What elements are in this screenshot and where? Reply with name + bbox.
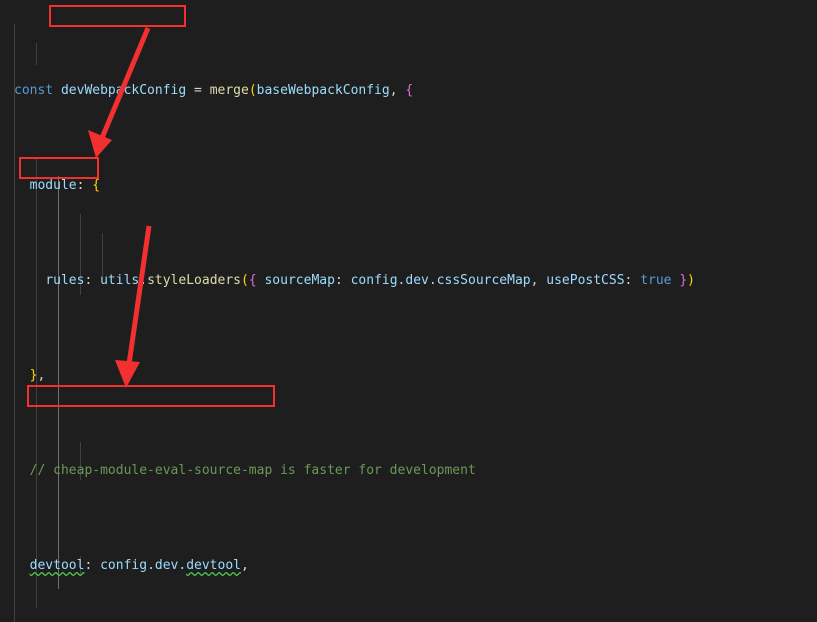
- code-line-5[interactable]: // cheap-module-eval-source-map is faste…: [0, 461, 817, 480]
- property-module: module: [29, 178, 77, 193]
- property-rules: rules: [45, 273, 85, 288]
- comment-devtool-note: // cheap-module-eval-source-map is faste…: [29, 463, 476, 478]
- function-merge: merge: [209, 83, 249, 98]
- boolean-true-1: true: [640, 273, 672, 288]
- path-config-dev-cssSourceMap: config.dev.cssSourceMap: [350, 273, 531, 288]
- identifier-utils: utils: [100, 273, 140, 288]
- operator-assign: =: [194, 83, 202, 98]
- code-line-4[interactable]: },: [0, 366, 817, 385]
- code-line-3[interactable]: rules: utils.styleLoaders({ sourceMap: c…: [0, 271, 817, 290]
- identifier-baseWebpackConfig: baseWebpackConfig: [256, 83, 390, 98]
- code-line-1[interactable]: const devWebpackConfig = merge(baseWebpa…: [0, 81, 817, 100]
- identifier-devWebpackConfig: devWebpackConfig: [60, 83, 187, 98]
- keyword-const: const: [14, 83, 54, 98]
- path-config-dev-devtool: config.dev.devtool: [100, 558, 241, 573]
- code-editor[interactable]: const devWebpackConfig = merge(baseWebpa…: [0, 0, 817, 622]
- code-line-6[interactable]: devtool: config.dev.devtool,: [0, 556, 817, 575]
- code-line-2[interactable]: module: {: [0, 176, 817, 195]
- property-usePostCSS: usePostCSS: [546, 273, 625, 288]
- property-devtool: devtool: [29, 558, 85, 573]
- function-styleLoaders: styleLoaders: [147, 273, 241, 288]
- code-lines[interactable]: const devWebpackConfig = merge(baseWebpa…: [0, 0, 817, 622]
- property-sourceMap: sourceMap: [264, 273, 335, 288]
